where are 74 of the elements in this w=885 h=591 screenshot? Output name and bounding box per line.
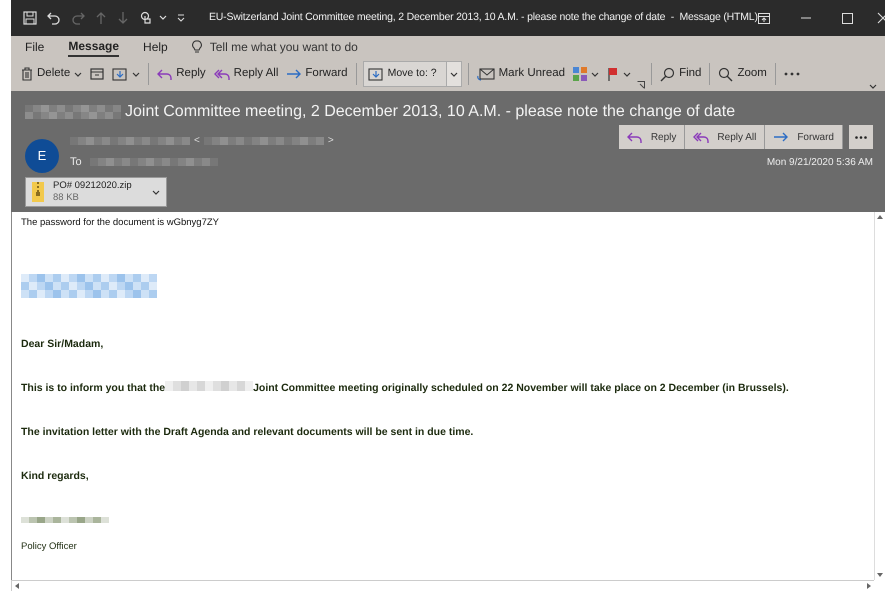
- body-text: Kind regards,: [21, 469, 90, 484]
- reply-all-button[interactable]: Reply All: [685, 125, 766, 149]
- reply-all-arrow-icon: [214, 67, 230, 81]
- find-button[interactable]: Find: [658, 61, 704, 87]
- maximize-icon: [842, 12, 853, 24]
- ellipsis-icon: [784, 72, 800, 76]
- body-text: The password for the document is wGbnyg7ZY: [21, 216, 220, 230]
- category-squares-icon: [573, 67, 588, 81]
- caret-icon: [623, 71, 632, 77]
- body-text: Dear Sir/Madam,: [21, 337, 104, 352]
- forward-arrow-icon: [773, 130, 790, 144]
- forward-button[interactable]: Forward: [284, 61, 350, 87]
- zoom-button[interactable]: Zoom: [716, 61, 769, 87]
- close-icon: [876, 12, 885, 24]
- menu-tab[interactable]: Message: [68, 36, 120, 57]
- redo-icon: [71, 11, 85, 25]
- menu-tab[interactable]: Help: [143, 36, 168, 57]
- body-text: Joint Committee meeting originally scheduled on 22 November will take place on 2 December (in Brussels).: [253, 381, 789, 396]
- move-to-dropdown[interactable]: Move to: ?: [362, 61, 462, 87]
- lightbulb-icon: [192, 40, 202, 54]
- bracket-text: <: [194, 134, 200, 148]
- received-date: Mon 9/21/2020 5:36 AM: [766, 156, 873, 170]
- up-arrow-icon: [95, 11, 107, 25]
- delete-button[interactable]: Delete: [19, 61, 84, 87]
- flag-icon: [607, 67, 620, 81]
- customize-icon: [177, 14, 185, 22]
- attachment-size: 88 KB: [53, 192, 79, 204]
- email-subject: Joint Committee meeting, 2 December 2013, 10 A.M. - please note the change of date: [125, 102, 736, 122]
- body-text: The invitation letter with the Draft Agenda and relevant documents will be sent in due time.: [21, 425, 474, 440]
- mark-unread-button[interactable]: Mark Unread: [474, 61, 568, 87]
- scroll-right-icon: [867, 583, 871, 589]
- caret-icon: [132, 71, 140, 77]
- attachment-chip[interactable]: PO# 09212020.zip 88 KB: [25, 177, 167, 207]
- bracket-text: >: [328, 134, 334, 148]
- caret-icon: [450, 71, 458, 77]
- body-text: This is to inform you that the: [21, 381, 166, 396]
- caret-icon: [74, 71, 82, 77]
- window-title: EU-Switzerland Joint Committee meeting, 2 December 2013, 10 A.M. - please note the change of date - Message (HTML): [209, 10, 758, 26]
- scroll-left-icon: [15, 583, 19, 589]
- forward-arrow-icon: [286, 67, 302, 81]
- ellipsis-icon: [855, 136, 867, 138]
- trash-icon: [21, 67, 33, 81]
- tell-me-search[interactable]: Tell me what you want to do: [210, 38, 358, 56]
- horizontal-scrollbar[interactable]: [11, 580, 874, 591]
- undo-icon: [47, 11, 61, 25]
- zip-file-icon: [32, 182, 44, 202]
- save-icon: [23, 11, 37, 25]
- caret-icon: [152, 189, 160, 195]
- reply-button[interactable]: Reply: [155, 61, 208, 87]
- caret-icon: [591, 71, 600, 77]
- ribbon-display-icon: [758, 12, 770, 24]
- vertical-scrollbar[interactable]: [874, 212, 885, 580]
- forward-button[interactable]: Forward: [765, 125, 843, 149]
- magnifier-icon: [718, 66, 734, 82]
- down-arrow-icon: [117, 11, 129, 25]
- attachment-name: PO# 09212020.zip: [53, 180, 132, 192]
- menu-tab[interactable]: File: [25, 36, 44, 57]
- reply-button[interactable]: Reply: [618, 125, 686, 149]
- collapse-ribbon-icon: [869, 83, 877, 89]
- reply-arrow-icon: [626, 130, 643, 144]
- search-icon: [660, 66, 676, 82]
- dialog-launcher-icon: [637, 81, 646, 89]
- signature-text: Policy Officer: [21, 540, 78, 554]
- reply-all-arrow-icon: [693, 130, 710, 144]
- caret-icon: [159, 15, 167, 21]
- to-label: To: [70, 155, 82, 170]
- reply-arrow-icon: [157, 67, 172, 81]
- envelope-icon: [476, 67, 495, 81]
- sender-avatar: E: [25, 139, 59, 173]
- more-actions-button[interactable]: [849, 125, 873, 149]
- reply-all-button[interactable]: Reply All: [212, 61, 280, 87]
- scroll-up-icon: [877, 215, 883, 219]
- scroll-down-icon: [877, 573, 883, 577]
- archive-icon: [90, 68, 104, 80]
